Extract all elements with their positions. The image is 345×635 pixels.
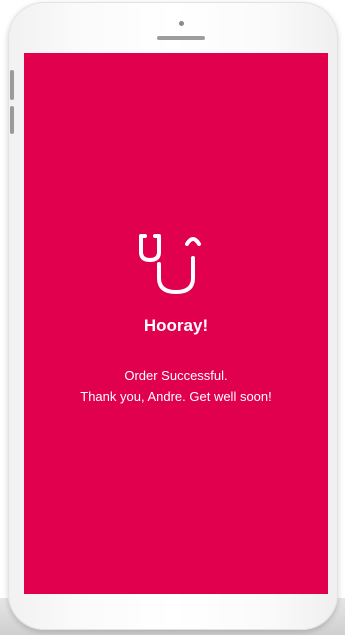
earpiece-speaker <box>157 36 205 40</box>
volume-down-button <box>10 106 14 134</box>
volume-up-button <box>10 70 14 100</box>
success-title: Hooray! <box>143 316 209 335</box>
success-message-line1: Order Successful. <box>124 368 228 383</box>
stage: Hooray! Order Successful. Thank you, And… <box>0 0 345 635</box>
success-message-line2: Thank you, Andre. Get well soon! <box>80 389 272 404</box>
front-camera <box>179 21 184 26</box>
stethoscope-smile-icon <box>139 234 201 294</box>
